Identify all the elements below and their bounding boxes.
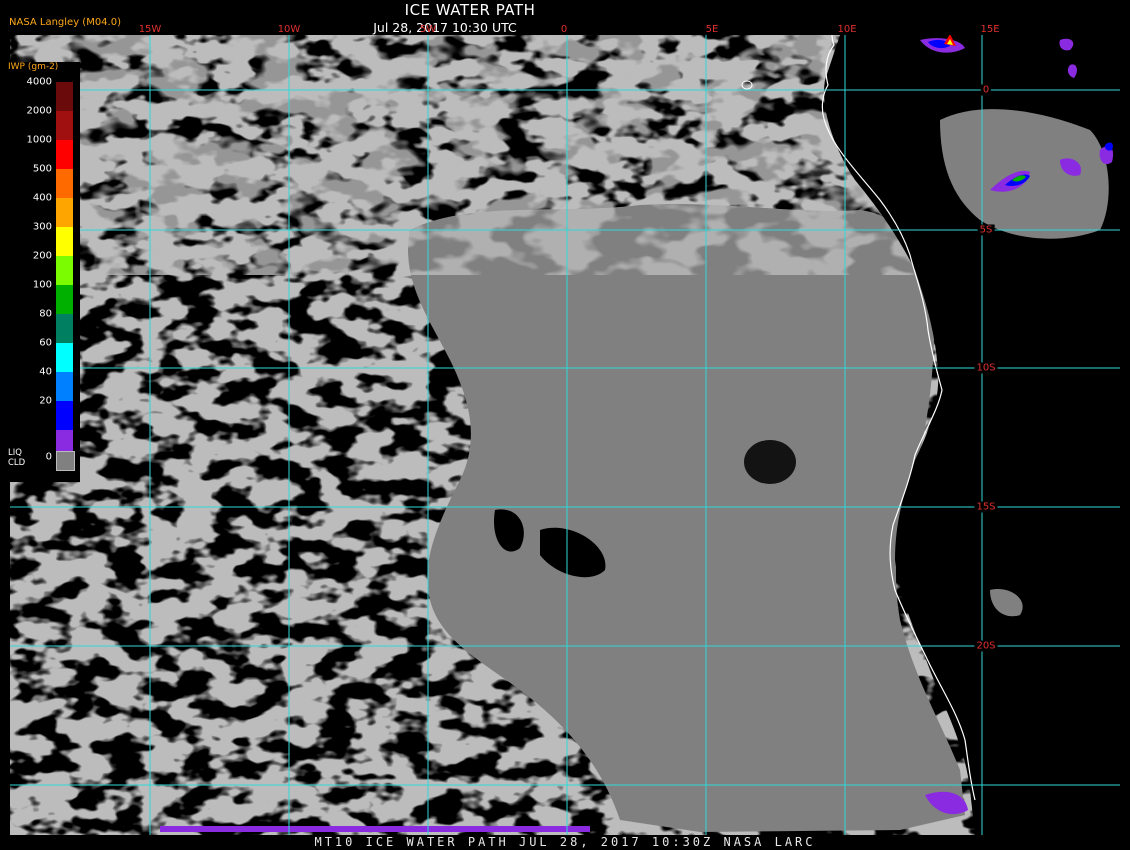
legend-swatch [56,314,73,343]
lat-label: 0 [980,84,992,96]
legend-swatch [56,343,73,372]
lon-label: 5E [705,24,719,35]
lon-label: 15W [138,24,162,35]
ice-water-path-map [10,35,1120,835]
lat-label: 5S [977,224,995,236]
lon-label: 0 [560,24,568,35]
legend-label: 500 [32,163,52,175]
legend-swatch [56,140,73,169]
map-title: ICE WATER PATH [404,1,536,19]
lat-label: 20S [974,640,998,652]
legend-swatch [56,401,73,430]
lon-label: 10W [277,24,301,35]
clear-patch [744,440,796,484]
legend-label: 200 [32,250,52,262]
legend-label: 300 [32,221,52,233]
legend-label: 1000 [26,134,52,146]
footer-caption: MT10 ICE WATER PATH JUL 28, 2017 10:30Z … [314,835,816,849]
legend-label: 20 [39,395,52,407]
lon-label: 5W [419,24,437,35]
legend-label: 400 [32,192,52,204]
map-timestamp: Jul 28, 2017 10:30 UTC [373,20,517,35]
lat-label: 10S [974,362,998,374]
legend-swatch [56,227,73,256]
liquid-cloud-label: LIQ CLD [8,448,26,468]
lon-label: 15E [980,24,1000,35]
color-legend: IWP (gm-2) 4000 2000 1000 500 400 300 200 100 80… [8,62,80,482]
legend-label: 40 [39,366,52,378]
liquid-cloud-swatch [56,451,75,471]
legend-label: 2000 [26,105,52,117]
legend-label: 4000 [26,76,52,88]
org-label: NASA Langley (M04.0) [9,17,121,28]
legend-label: 60 [39,337,52,349]
lon-label: 10E [837,24,857,35]
legend-swatch [56,372,73,401]
legend-title: IWP (gm-2) [8,62,59,72]
legend-swatch [56,111,73,140]
lat-label: 15S [974,501,998,513]
legend-swatch [56,198,73,227]
legend-swatch [56,285,73,314]
legend-label: 80 [39,308,52,320]
legend-swatch [56,169,73,198]
legend-label: 100 [32,279,52,291]
legend-swatch [56,256,73,285]
legend-swatch [56,82,73,111]
